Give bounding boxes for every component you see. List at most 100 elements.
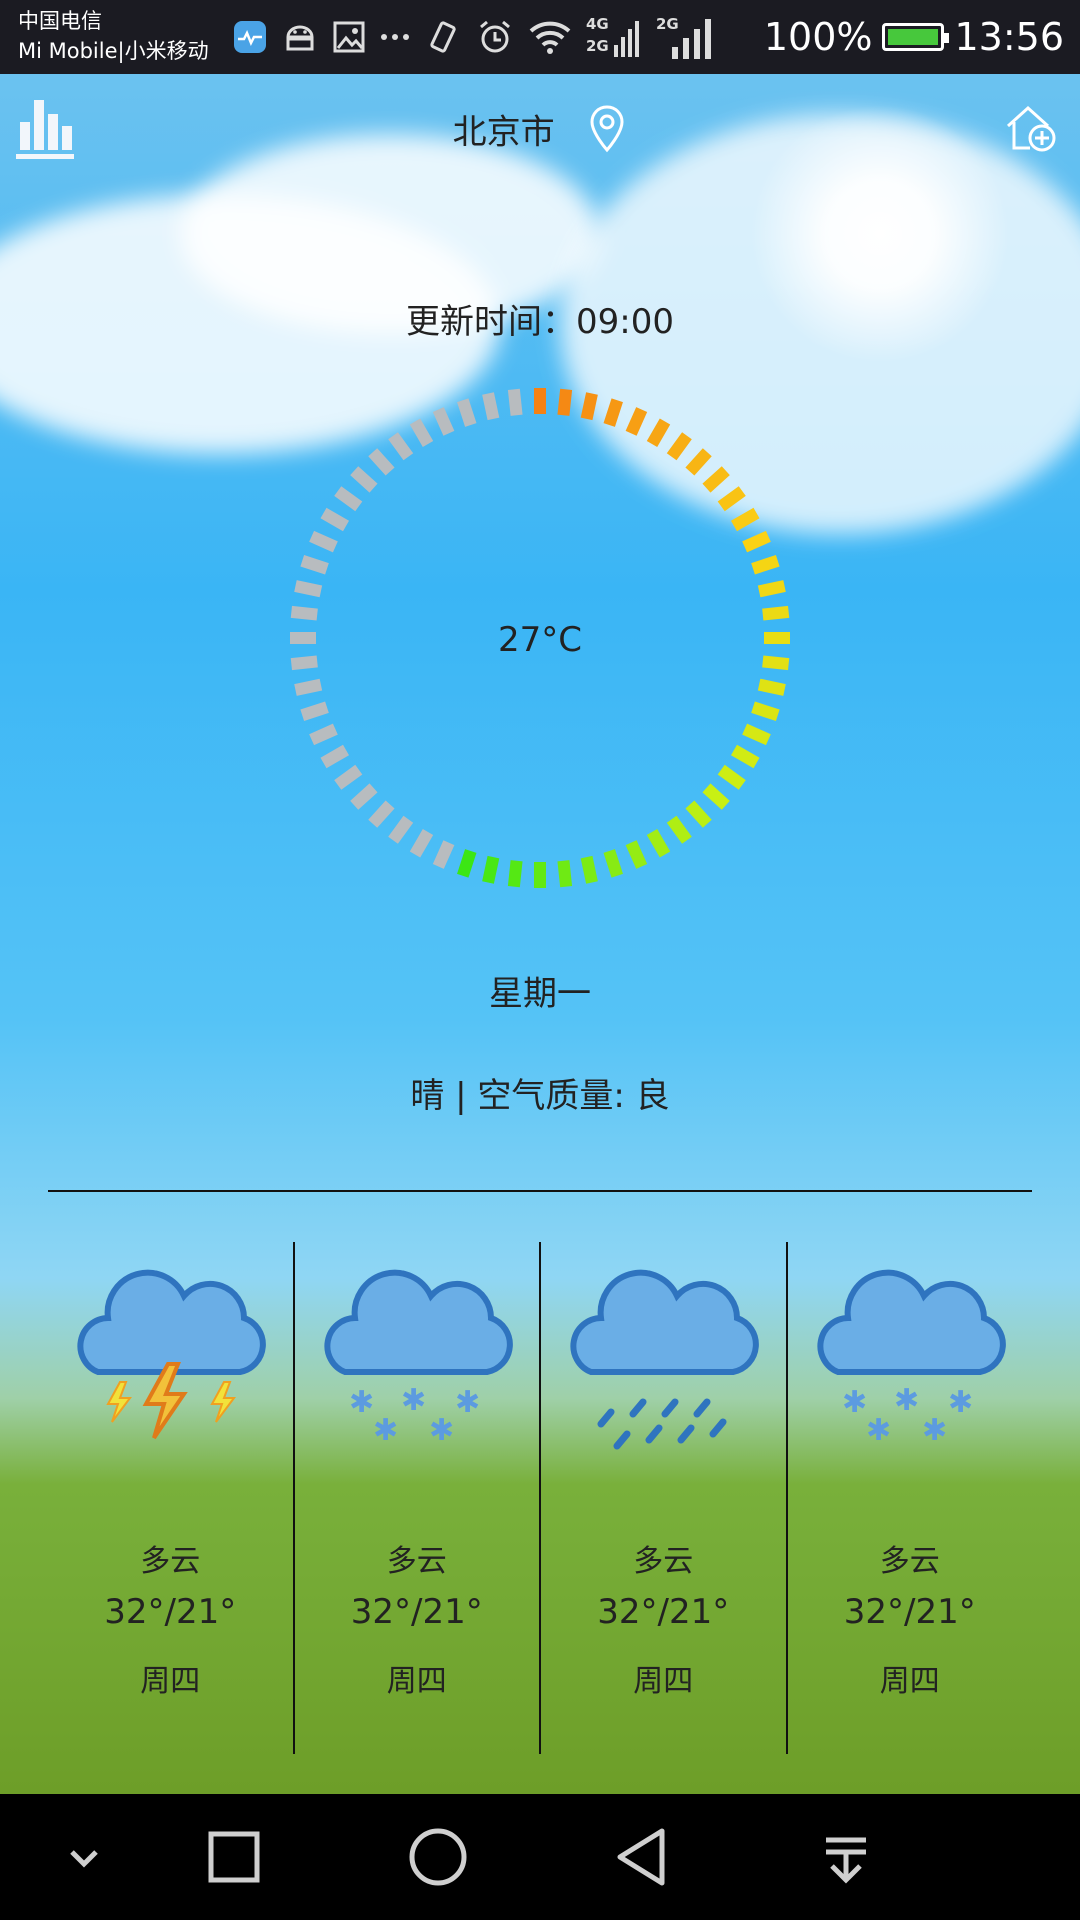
- status-right: 100% 13:56: [764, 10, 1064, 64]
- android-icon: [286, 25, 314, 51]
- gauge-segment: [457, 849, 477, 878]
- gauge-segment: [702, 466, 730, 493]
- gauge-segment: [666, 432, 692, 461]
- gauge-segment: [757, 580, 786, 598]
- gauge-segment: [409, 828, 434, 858]
- snow-icon: ✱ ✱ ✱✱ ✱: [323, 1269, 513, 1448]
- gauge-segment: [290, 605, 318, 621]
- gauge-segment: [534, 862, 546, 888]
- current-temperature: 27°C: [497, 620, 582, 660]
- wifi-icon: [529, 21, 571, 54]
- forecast-temp-range: 32°/21°: [597, 1592, 730, 1632]
- gauge-segment: [685, 448, 712, 476]
- svg-text:✱: ✱: [373, 1413, 398, 1448]
- svg-text:✱: ✱: [455, 1385, 480, 1420]
- gauge-segment: [557, 388, 573, 416]
- svg-text:✱: ✱: [894, 1383, 919, 1418]
- health-app-icon: [234, 21, 266, 53]
- gauge-segment: [625, 840, 648, 869]
- svg-text:✱: ✱: [922, 1413, 947, 1448]
- gauge-segment: [320, 507, 350, 532]
- divider: [48, 1190, 1032, 1192]
- forecast-temp-range: 32°/21°: [843, 1592, 976, 1632]
- gauge-segment: [482, 855, 500, 884]
- forecast-list: 多云 32°/21° 周四 ✱✱✱✱✱ 多云 32°/21° 周四 多云: [48, 1242, 1032, 1754]
- gauge-segment: [300, 555, 329, 575]
- gauge-segment: [762, 605, 790, 621]
- notification-icons: 4G 2G 2G: [232, 12, 714, 62]
- gauge-segment: [730, 744, 760, 769]
- gauge-segment: [457, 398, 477, 427]
- gauge-segment: [557, 860, 573, 888]
- forecast-day[interactable]: ✱ ✱ ✱ ✱ ✱ 多云 32°/21° 周四: [785, 1242, 1033, 1754]
- gauge-segment: [717, 764, 746, 790]
- forecast-day-name: 周四: [140, 1664, 201, 1699]
- battery-fill: [888, 29, 939, 45]
- signal-2g: 2G: [656, 15, 714, 59]
- gauge-segment: [507, 860, 523, 888]
- gauge-segment: [666, 815, 692, 844]
- gauge-segment: [294, 580, 323, 598]
- gauge-segment: [300, 701, 329, 721]
- gauge-segment: [388, 815, 414, 844]
- forecast-day-name: 周四: [879, 1664, 940, 1699]
- gauge-segment: [350, 466, 378, 493]
- forecast-desc: 多云: [386, 1544, 447, 1579]
- svg-text:✱: ✱: [948, 1385, 973, 1420]
- network-type-4g: 4G: [586, 15, 609, 33]
- gauge-segment: [646, 418, 671, 448]
- vibrate-icon: [430, 21, 456, 53]
- navigation-bar: [0, 1794, 1080, 1920]
- forecast-day-name: 周四: [633, 1664, 694, 1699]
- add-city-icon[interactable]: [1004, 100, 1060, 156]
- gauge-segment: [334, 764, 363, 790]
- gauge-segment: [717, 486, 746, 512]
- gauge-segment: [350, 783, 378, 810]
- forecast-day[interactable]: 多云 32°/21° 周四: [48, 1242, 293, 1754]
- gauge-segment: [702, 783, 730, 810]
- update-time: 更新时间：09:00: [406, 302, 674, 342]
- gauge-segment: [685, 800, 712, 828]
- gauge-segment: [320, 744, 350, 769]
- top-bar: 北京市: [0, 74, 1080, 184]
- gauge-segment: [507, 388, 523, 416]
- signal-bars-icon: [614, 21, 639, 57]
- battery-percent: 100%: [763, 15, 873, 59]
- gauge-segment: [751, 555, 780, 575]
- chevron-down-icon[interactable]: [24, 1794, 144, 1920]
- city-name: 北京市: [452, 112, 555, 153]
- svg-text:✱: ✱: [401, 1383, 426, 1418]
- signal-4g: 4G 2G: [586, 15, 642, 59]
- home-circle-icon[interactable]: [378, 1794, 498, 1920]
- thunderstorm-icon: [77, 1269, 266, 1440]
- forecast-temp-range: 32°/21°: [350, 1592, 483, 1632]
- back-triangle-icon[interactable]: [582, 1794, 702, 1920]
- recent-apps-icon[interactable]: [174, 1794, 294, 1920]
- weekday: 星期一: [489, 974, 591, 1014]
- pull-down-icon[interactable]: [786, 1794, 906, 1920]
- svg-text:✱: ✱: [866, 1413, 891, 1448]
- svg-text:✱: ✱: [842, 1385, 867, 1420]
- rain-icon: [570, 1269, 759, 1450]
- svg-text:✱: ✱: [349, 1385, 374, 1420]
- clock: 13:56: [954, 15, 1064, 59]
- gauge-segment: [368, 800, 395, 828]
- forecast-day[interactable]: 多云 32°/21° 周四: [539, 1242, 786, 1754]
- status-bar: 中国电信 Mi Mobile|小米移动 4G 2G 2G 100% 13:56: [0, 0, 1080, 74]
- weather-screen: 北京市 更新时间：09:00 27°C 星期一 晴 | 空气质量: 良 多云 3…: [0, 74, 1080, 1794]
- forecast-temp-range: 32°/21°: [104, 1592, 237, 1632]
- gauge-segment: [309, 530, 338, 553]
- forecast-day[interactable]: ✱ ✱ ✱ ✱ ✱ 多云 32°/21° 周四: [292, 1242, 540, 1754]
- alarm-icon: [480, 20, 510, 53]
- gauge-segment: [580, 855, 598, 884]
- image-icon: [333, 21, 365, 53]
- gauge-segment: [309, 723, 338, 746]
- gauge-segment: [294, 678, 323, 696]
- forecast-day-name: 周四: [386, 1664, 447, 1699]
- gauge-segment: [432, 840, 455, 869]
- condition-air-quality: 晴 | 空气质量: 良: [410, 1076, 670, 1116]
- gauge-segment: [742, 530, 771, 553]
- city-selector[interactable]: 北京市: [0, 104, 1080, 154]
- gauge-segment: [388, 432, 414, 461]
- gauge-segment: [751, 701, 780, 721]
